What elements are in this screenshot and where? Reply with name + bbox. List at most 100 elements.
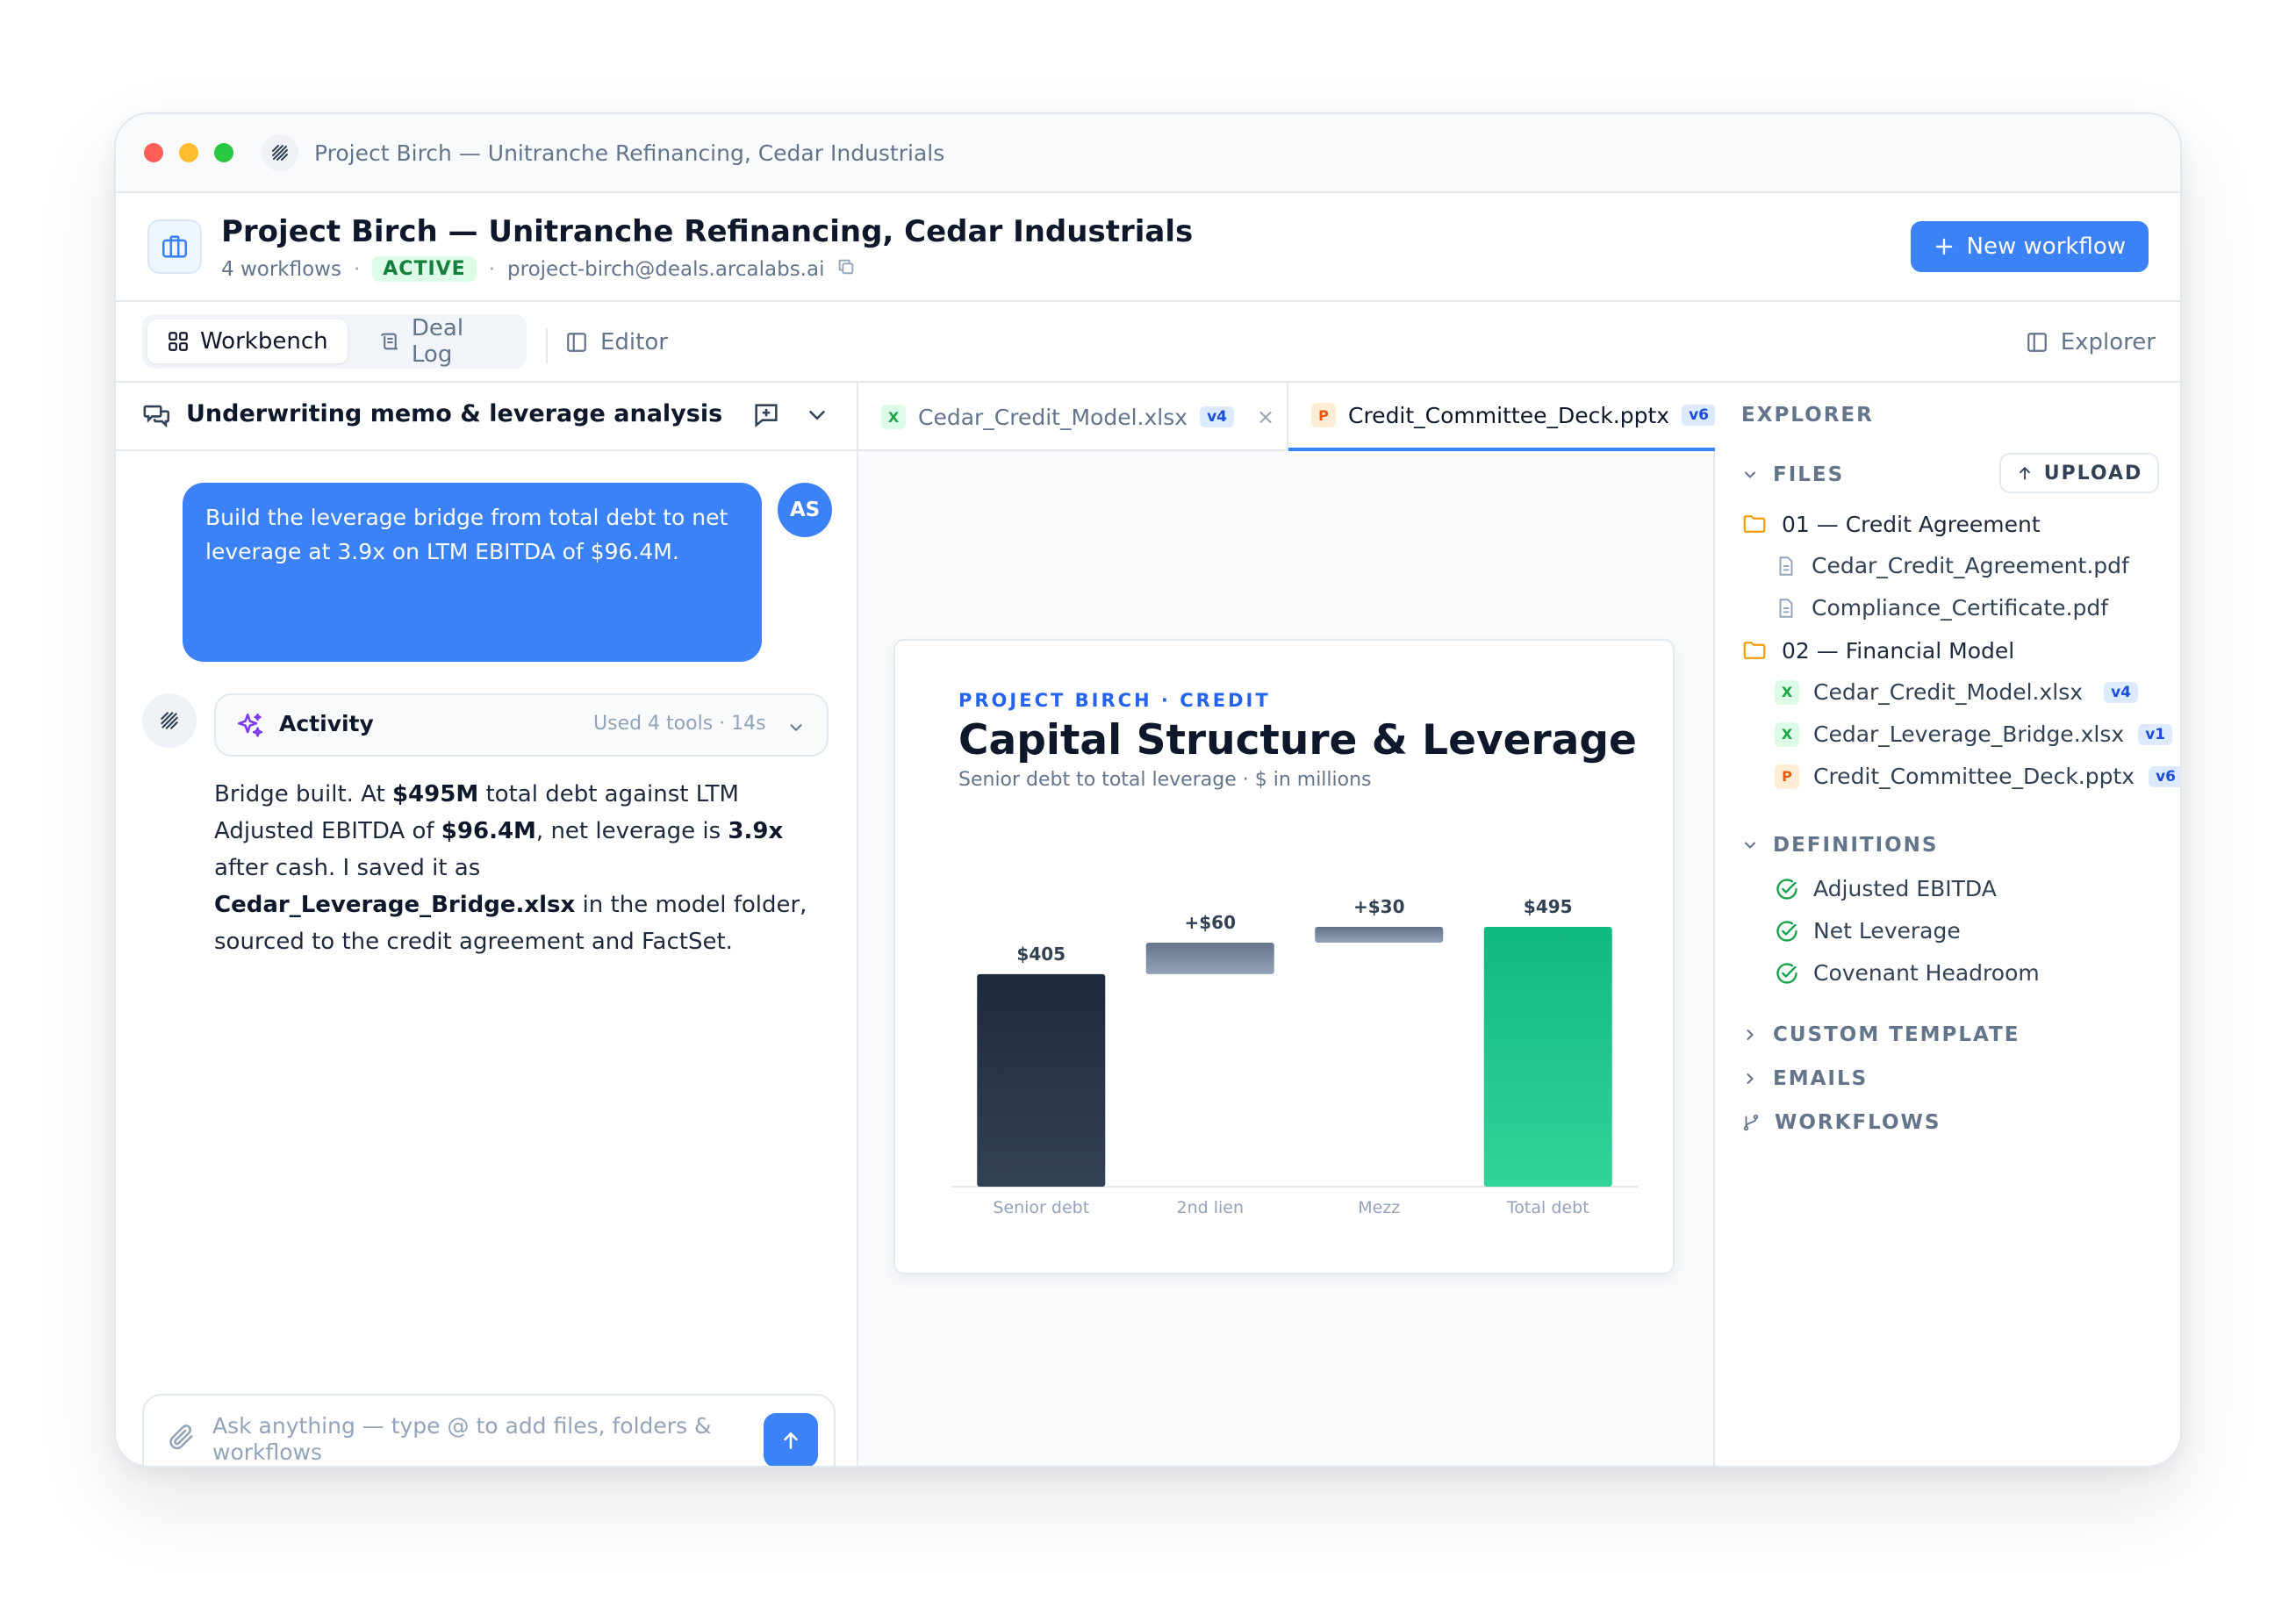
view-toolbar: Workbench Deal Log Editor Explorer bbox=[116, 302, 2180, 383]
briefcase-icon bbox=[147, 219, 202, 274]
tab-workbench-label: Workbench bbox=[200, 328, 328, 355]
file-item[interactable]: X Cedar_Credit_Model.xlsx v4 bbox=[1775, 679, 2138, 705]
folder-icon bbox=[1743, 515, 1766, 533]
tab-filename: Cedar_Credit_Model.xlsx bbox=[918, 404, 1188, 430]
emails-section-toggle[interactable]: EMAILS bbox=[1741, 1067, 1868, 1090]
close-window-button[interactable] bbox=[144, 143, 163, 162]
minimize-window-button[interactable] bbox=[179, 143, 198, 162]
project-meta: 4 workflows · ACTIVE · project-birch@dea… bbox=[221, 256, 856, 282]
project-email: project-birch@deals.arcalabs.ai bbox=[507, 257, 825, 281]
title-bar: Project Birch — Unitranche Refinancing, … bbox=[116, 114, 2180, 193]
chart-data-label: $495 bbox=[1524, 896, 1573, 917]
editor-panel: X Cedar_Credit_Model.xlsx v4 × P Credit_… bbox=[858, 383, 1717, 1466]
custom-template-section-toggle[interactable]: CUSTOM TEMPLATE bbox=[1741, 1023, 2020, 1046]
definitions-section-toggle[interactable]: DEFINITIONS bbox=[1741, 834, 1939, 857]
chart-data-label: +$30 bbox=[1353, 896, 1405, 917]
chart-bar-senior-debt bbox=[977, 973, 1106, 1187]
arrow-up-icon bbox=[784, 1432, 798, 1449]
view-switcher: Workbench Deal Log bbox=[142, 314, 527, 369]
new-workflow-label: New workflow bbox=[1966, 233, 2126, 260]
user-message: Build the leverage bridge from total deb… bbox=[183, 483, 762, 662]
activity-label: Activity bbox=[279, 711, 374, 736]
upload-button[interactable]: UPLOAD bbox=[1999, 453, 2159, 493]
definition-item[interactable]: Adjusted EBITDA bbox=[1775, 876, 1997, 901]
explorer-label: Explorer bbox=[2060, 329, 2156, 355]
files-section-toggle[interactable]: FILES bbox=[1741, 463, 1844, 486]
tab-cedar-credit-model[interactable]: X Cedar_Credit_Model.xlsx v4 × bbox=[858, 383, 1288, 451]
document-icon bbox=[1779, 556, 1793, 576]
new-message-icon[interactable] bbox=[751, 400, 781, 434]
chart-data-label: $405 bbox=[1016, 944, 1065, 965]
tab-credit-committee-deck[interactable]: P Credit_Committee_Deck.pptx v6 bbox=[1288, 383, 1717, 451]
copy-icon[interactable] bbox=[836, 257, 856, 282]
send-button[interactable] bbox=[764, 1413, 818, 1466]
check-circle-icon bbox=[1776, 962, 1797, 984]
git-branch-icon bbox=[1743, 1114, 1759, 1131]
chevron-right-icon bbox=[1747, 1073, 1754, 1084]
folder-credit-agreement[interactable]: 01 — Credit Agreement bbox=[1741, 511, 2041, 537]
document-icon bbox=[1779, 598, 1793, 618]
panel-left-icon bbox=[567, 333, 586, 352]
paperclip-icon[interactable] bbox=[167, 1422, 197, 1455]
folder-label: 01 — Credit Agreement bbox=[1782, 511, 2041, 537]
workflows-label: WORKFLOWS bbox=[1775, 1111, 1941, 1134]
activity-disclosure[interactable]: Activity Used 4 tools · 14s bbox=[214, 693, 829, 757]
definition-label: Net Leverage bbox=[1813, 918, 1961, 944]
chart-data-label: +$60 bbox=[1184, 912, 1236, 933]
chart-bar-total-debt bbox=[1483, 927, 1612, 1187]
chart-category-label: 2nd lien bbox=[1176, 1198, 1244, 1217]
explorer-toggle[interactable]: Explorer bbox=[2026, 321, 2156, 363]
window-title: Project Birch — Unitranche Refinancing, … bbox=[314, 140, 945, 166]
chevron-down-icon bbox=[786, 718, 806, 741]
excel-file-icon: X bbox=[1775, 679, 1799, 705]
chevron-down-icon bbox=[1745, 471, 1755, 478]
app-window: Project Birch — Unitranche Refinancing, … bbox=[114, 112, 2182, 1468]
tab-deal-log[interactable]: Deal Log bbox=[360, 315, 527, 368]
chat-panel: Underwriting memo & leverage analysis Bu… bbox=[116, 383, 858, 1466]
scroll-icon bbox=[381, 333, 398, 350]
chart-category-label: Mezz bbox=[1358, 1198, 1400, 1217]
version-badge: v4 bbox=[2104, 681, 2138, 703]
explorer-title: EXPLORER bbox=[1741, 404, 1874, 427]
file-item[interactable]: Cedar_Credit_Agreement.pdf bbox=[1775, 553, 2129, 578]
workflows-section-toggle[interactable]: WORKFLOWS bbox=[1741, 1111, 1941, 1134]
editor-toggle[interactable]: Editor bbox=[565, 321, 668, 363]
tab-workbench[interactable]: Workbench bbox=[147, 319, 348, 363]
assistant-logo-icon bbox=[142, 693, 197, 748]
file-item[interactable]: P Credit_Committee_Deck.pptx v6 bbox=[1775, 764, 2180, 789]
version-badge: v1 bbox=[2138, 723, 2173, 745]
close-icon[interactable]: × bbox=[1257, 405, 1274, 429]
status-badge: ACTIVE bbox=[372, 256, 477, 282]
powerpoint-file-icon: P bbox=[1775, 764, 1799, 789]
maximize-window-button[interactable] bbox=[214, 143, 233, 162]
chart-category-label: Total debt bbox=[1506, 1198, 1589, 1217]
editor-tabs: X Cedar_Credit_Model.xlsx v4 × P Credit_… bbox=[858, 383, 1717, 451]
tab-filename: Credit_Committee_Deck.pptx bbox=[1348, 402, 1670, 428]
chevron-down-icon[interactable] bbox=[804, 402, 830, 432]
custom-template-label: CUSTOM TEMPLATE bbox=[1773, 1023, 2020, 1046]
folder-icon bbox=[1743, 642, 1766, 659]
composer-input[interactable]: Ask anything — type @ to add files, fold… bbox=[212, 1413, 739, 1466]
excel-file-icon: X bbox=[881, 405, 906, 429]
slide-preview: PROJECT BIRCH · CREDIT Capital Structure… bbox=[893, 639, 1675, 1274]
definition-item[interactable]: Covenant Headroom bbox=[1775, 960, 2040, 986]
chart-bar-2nd-lien bbox=[1145, 942, 1274, 974]
toolbar-divider bbox=[546, 328, 548, 363]
upload-label: UPLOAD bbox=[2043, 462, 2143, 484]
activity-meta: Used 4 tools · 14s bbox=[593, 713, 766, 735]
folder-label: 02 — Financial Model bbox=[1782, 637, 2015, 664]
tab-deal-log-label: Deal Log bbox=[411, 315, 464, 368]
folder-financial-model[interactable]: 02 — Financial Model bbox=[1741, 637, 2014, 664]
grid-icon bbox=[169, 332, 188, 351]
file-item[interactable]: X Cedar_Leverage_Bridge.xlsx v1 bbox=[1775, 721, 2173, 747]
emails-label: EMAILS bbox=[1773, 1067, 1869, 1090]
chat-composer[interactable]: Ask anything — type @ to add files, fold… bbox=[142, 1394, 836, 1466]
definition-item[interactable]: Net Leverage bbox=[1775, 918, 1961, 944]
file-item[interactable]: Compliance_Certificate.pdf bbox=[1775, 595, 2108, 621]
chat-header: Underwriting memo & leverage analysis bbox=[116, 383, 857, 451]
files-label: FILES bbox=[1773, 463, 1845, 486]
new-workflow-button[interactable]: New workflow bbox=[1910, 221, 2149, 272]
plus-icon bbox=[1935, 238, 1952, 255]
file-label: Cedar_Credit_Model.xlsx bbox=[1813, 679, 2084, 705]
file-label: Cedar_Leverage_Bridge.xlsx bbox=[1813, 721, 2125, 747]
